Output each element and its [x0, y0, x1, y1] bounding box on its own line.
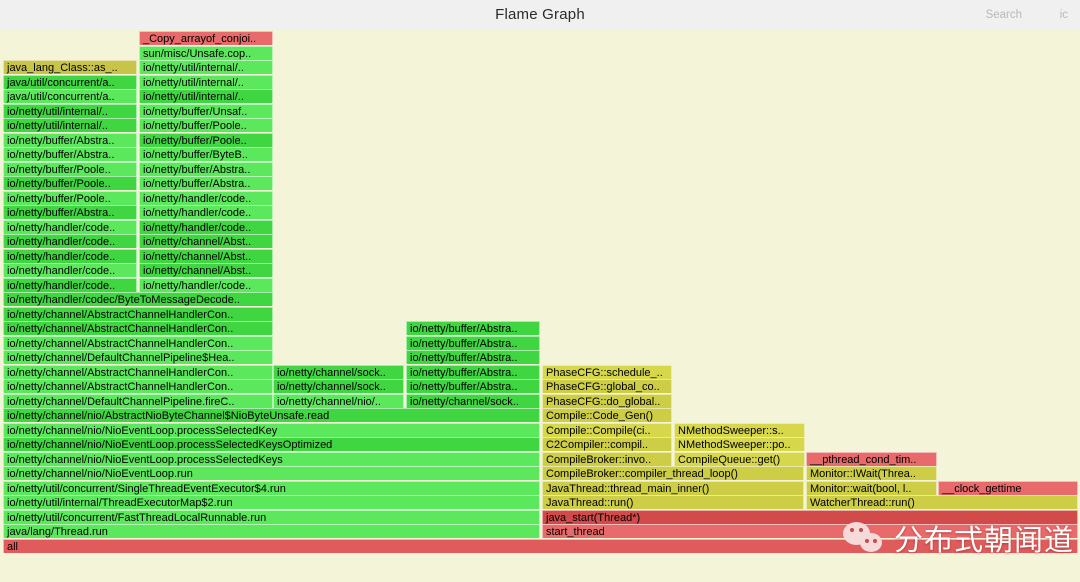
flame-frame[interactable]: io/netty/channel/nio/NioEventLoop.proces… — [3, 451, 540, 466]
flame-frame[interactable]: PhaseCFG::global_co.. — [542, 379, 672, 393]
flame-frame[interactable]: io/netty/handler/code.. — [3, 263, 137, 277]
flame-frame[interactable]: io/netty/util/internal/ThreadExecutorMap… — [3, 495, 540, 509]
flame-frame[interactable]: java_start(Thread*) — [542, 509, 1078, 524]
flame-frame[interactable]: io/netty/util/internal/.. — [139, 60, 273, 74]
flame-frame[interactable]: io/netty/channel/nio/NioEventLoop.proces… — [3, 422, 540, 437]
flamegraph-header: Flame Graph Search ic — [0, 0, 1080, 30]
flame-frame[interactable]: start_thread — [542, 524, 1078, 538]
flame-frame[interactable]: io/netty/util/internal/.. — [3, 118, 137, 132]
flame-frame[interactable]: CompileBroker::compiler_thread_loop() — [542, 466, 804, 480]
flame-frame[interactable]: all — [3, 538, 1078, 553]
flame-frame[interactable]: io/netty/handler/code.. — [139, 190, 273, 205]
flame-frame[interactable]: PhaseCFG::schedule_.. — [542, 364, 672, 379]
flame-frame[interactable]: Compile::Code_Gen() — [542, 408, 672, 422]
flame-frame[interactable]: io/netty/buffer/Poole.. — [139, 132, 273, 147]
flame-frame[interactable]: JavaThread::run() — [542, 495, 804, 509]
flame-frame[interactable]: io/netty/buffer/Abstra.. — [139, 161, 273, 176]
flame-frame[interactable]: io/netty/channel/sock.. — [406, 393, 540, 408]
flame-frame[interactable]: io/netty/channel/AbstractChannelHandlerC… — [3, 306, 273, 321]
flame-frame[interactable]: io/netty/channel/nio/.. — [273, 393, 404, 408]
flame-frame[interactable]: io/netty/channel/Abst.. — [139, 248, 273, 263]
flamegraph-canvas[interactable]: _Copy_arrayof_conjoi.. sun/misc/Unsafe.co… — [0, 30, 1080, 582]
flame-frame[interactable]: io/netty/buffer/Abstra.. — [3, 147, 137, 161]
flame-frame[interactable]: io/netty/util/concurrent/SingleThreadEve… — [3, 480, 540, 495]
page-title: Flame Graph — [495, 6, 585, 23]
flame-frame[interactable]: CompileBroker::invo.. — [542, 451, 672, 466]
flame-frame[interactable]: io/netty/handler/code.. — [3, 219, 137, 234]
search-button[interactable]: Search — [986, 9, 1022, 21]
flame-frame[interactable]: io/netty/buffer/Poole.. — [3, 190, 137, 205]
flame-frame[interactable]: io/netty/buffer/Poole.. — [3, 161, 137, 176]
flame-frame[interactable]: Compile::Compile(ci.. — [542, 422, 672, 437]
flame-frame[interactable]: io/netty/buffer/Abstra.. — [3, 132, 137, 147]
flame-frame[interactable]: WatcherThread::run() — [806, 495, 1078, 509]
flame-frame[interactable]: io/netty/handler/code.. — [3, 248, 137, 263]
flame-frame[interactable]: CompileQueue::get() — [674, 451, 805, 466]
flame-frame[interactable]: NMethodSweeper::po.. — [674, 437, 805, 451]
flame-frame[interactable]: io/netty/buffer/Abstra.. — [406, 350, 540, 364]
flame-frame[interactable]: io/netty/channel/AbstractChannelHandlerC… — [3, 364, 273, 379]
flame-frame[interactable]: __clock_gettime — [938, 480, 1078, 495]
flame-frame[interactable]: io/netty/channel/nio/AbstractNioByteChan… — [3, 408, 540, 422]
flame-frame[interactable]: io/netty/buffer/Abstra.. — [139, 176, 273, 190]
flame-frame[interactable]: io/netty/handler/code.. — [3, 234, 137, 248]
flame-frame[interactable]: sun/misc/Unsafe.cop.. — [139, 45, 273, 60]
flame-frame[interactable]: JavaThread::thread_main_inner() — [542, 480, 804, 495]
flame-frame[interactable]: io/netty/buffer/Abstra.. — [3, 205, 137, 219]
flame-frame[interactable]: io/netty/channel/Abst.. — [139, 234, 273, 248]
flame-frame[interactable]: io/netty/channel/sock.. — [273, 364, 404, 379]
flamegraph-app: Flame Graph Search ic _Copy_arrayof_conj… — [0, 0, 1080, 582]
flame-frame[interactable]: NMethodSweeper::s.. — [674, 422, 805, 437]
flame-frame[interactable]: io/netty/buffer/ByteB.. — [139, 147, 273, 161]
flame-frame[interactable]: io/netty/buffer/Unsaf.. — [139, 103, 273, 118]
flame-frame[interactable]: io/netty/buffer/Abstra.. — [406, 379, 540, 393]
flame-frame[interactable]: io/netty/util/internal/.. — [139, 74, 273, 89]
flame-frame[interactable]: io/netty/util/concurrent/FastThreadLocal… — [3, 509, 540, 524]
flame-frame[interactable]: java/util/concurrent/a.. — [3, 74, 137, 89]
flame-frame[interactable]: java/lang/Thread.run — [3, 524, 540, 538]
flame-frame[interactable]: java/util/concurrent/a.. — [3, 89, 137, 103]
flame-frame[interactable]: Monitor::IWait(Threa.. — [806, 466, 937, 480]
flame-frame[interactable]: io/netty/buffer/Poole.. — [139, 118, 273, 132]
flame-frame[interactable]: io/netty/buffer/Poole.. — [3, 176, 137, 190]
flame-frame[interactable]: io/netty/channel/sock.. — [273, 379, 404, 393]
flame-frame[interactable]: io/netty/channel/Abst.. — [139, 263, 273, 277]
flame-frame[interactable]: io/netty/handler/code.. — [3, 277, 137, 292]
flame-frame[interactable]: io/netty/handler/code.. — [139, 219, 273, 234]
flame-frame[interactable]: _Copy_arrayof_conjoi.. — [139, 31, 273, 45]
flame-frame[interactable]: io/netty/buffer/Abstra.. — [406, 335, 540, 350]
flame-frame[interactable]: io/netty/channel/AbstractChannelHandlerC… — [3, 379, 273, 393]
flame-frame[interactable]: io/netty/util/internal/.. — [3, 103, 137, 118]
flame-frame[interactable]: Monitor::wait(bool, l.. — [806, 480, 937, 495]
flame-frame[interactable]: io/netty/channel/nio/NioEventLoop.proces… — [3, 437, 540, 451]
icicle-toggle[interactable]: ic — [1060, 9, 1068, 21]
flame-frame[interactable]: PhaseCFG::do_global.. — [542, 393, 672, 408]
flame-frame[interactable]: io/netty/buffer/Abstra.. — [406, 364, 540, 379]
flame-frame[interactable]: io/netty/util/internal/.. — [139, 89, 273, 103]
flame-frame[interactable]: __pthread_cond_tim.. — [806, 451, 937, 466]
flame-frame[interactable]: io/netty/channel/AbstractChannelHandlerC… — [3, 335, 273, 350]
flame-frame[interactable]: io/netty/channel/DefaultChannelPipeline.… — [3, 393, 273, 408]
flame-frame[interactable]: io/netty/handler/code.. — [139, 205, 273, 219]
flame-frame[interactable]: C2Compiler::compil.. — [542, 437, 672, 451]
flame-frame[interactable]: io/netty/handler/codec/ByteToMessageDeco… — [3, 292, 273, 306]
flame-frame[interactable]: java_lang_Class::as_.. — [3, 60, 137, 74]
flame-frame[interactable]: io/netty/buffer/Abstra.. — [406, 321, 540, 335]
flame-frame[interactable]: io/netty/channel/DefaultChannelPipeline$… — [3, 350, 273, 364]
flame-frame[interactable]: io/netty/handler/code.. — [139, 277, 273, 292]
flame-frame[interactable]: io/netty/channel/nio/NioEventLoop.run — [3, 466, 540, 480]
flame-frame[interactable]: io/netty/channel/AbstractChannelHandlerC… — [3, 321, 273, 335]
